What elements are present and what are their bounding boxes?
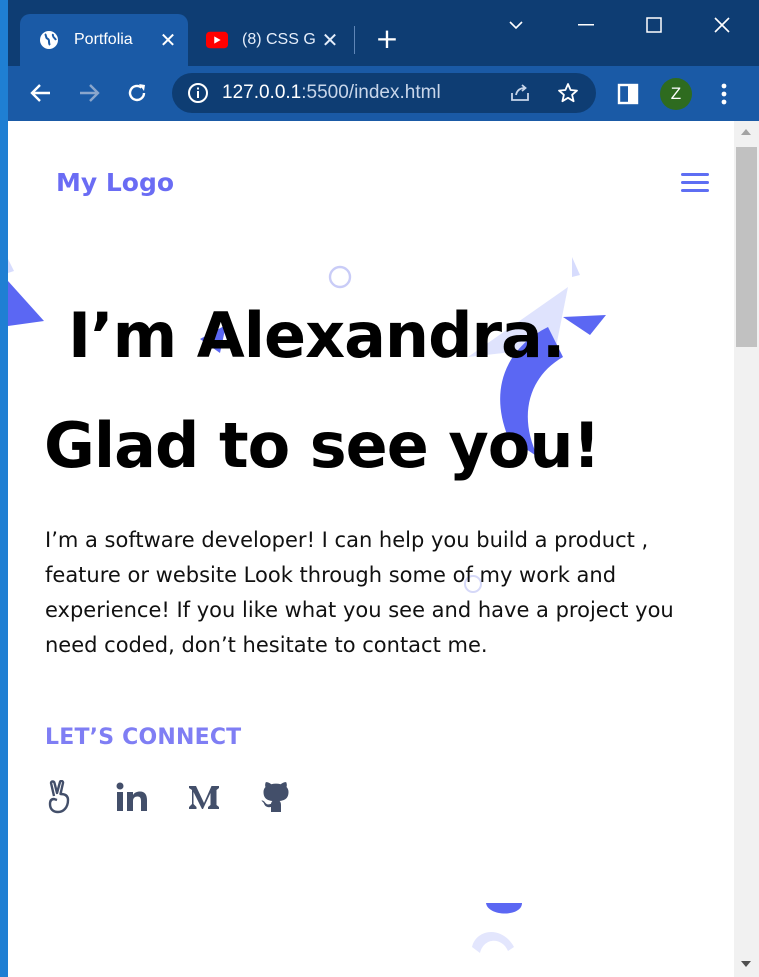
browser-titlebar: Portfolia ✕ (8) CSS G ✕ + xyxy=(8,0,759,66)
browser-toolbar: 127.0.0.1:5500/index.html Z xyxy=(8,66,759,121)
globe-icon xyxy=(38,29,60,51)
forward-button[interactable] xyxy=(74,78,104,108)
social-links xyxy=(40,777,328,817)
page-scrollbar[interactable] xyxy=(734,121,759,977)
intro-paragraph: I’m a software developer! I can help you… xyxy=(45,528,674,657)
tab-label: Portfolia xyxy=(74,31,133,48)
url-path: :5500/index.html xyxy=(301,82,441,103)
decorative-shape xyxy=(8,259,44,326)
hero-headline-line1: I’m Alexandra. xyxy=(68,299,565,372)
scroll-down-arrow-icon[interactable] xyxy=(741,961,751,967)
url-text: 127.0.0.1:5500/index.html xyxy=(222,82,441,104)
minimize-button[interactable] xyxy=(566,10,606,40)
close-window-button[interactable] xyxy=(702,10,742,40)
bookmark-star-icon[interactable] xyxy=(556,81,580,105)
decorative-circle xyxy=(328,265,352,289)
site-logo[interactable]: My Logo xyxy=(56,168,174,197)
new-tab-button[interactable]: + xyxy=(372,24,402,54)
page-viewport: My Logo I’m Alexandra. Glad to see you! … xyxy=(8,121,734,977)
youtube-icon xyxy=(206,29,228,51)
github-icon[interactable] xyxy=(256,777,296,817)
side-panel-icon[interactable] xyxy=(616,82,640,106)
tab-close-icon[interactable]: ✕ xyxy=(158,28,178,53)
hamburger-menu-icon[interactable] xyxy=(681,173,709,195)
tab-youtube[interactable]: (8) CSS G ✕ xyxy=(194,14,350,66)
medium-icon[interactable] xyxy=(184,777,224,817)
reload-button[interactable] xyxy=(122,78,152,108)
maximize-button[interactable] xyxy=(634,10,674,40)
tab-search-icon[interactable] xyxy=(496,10,536,40)
hero-headline-line2: Glad to see you! xyxy=(44,409,601,482)
connect-heading: LET’S CONNECT xyxy=(45,725,242,750)
back-button[interactable] xyxy=(26,78,56,108)
angellist-icon[interactable] xyxy=(40,777,80,817)
hamburger-bar xyxy=(681,173,709,176)
browser-window: Portfolia ✕ (8) CSS G ✕ + 127.0.0.1:5500… xyxy=(8,0,759,977)
url-host: 127.0.0.1 xyxy=(222,82,302,103)
scroll-thumb[interactable] xyxy=(736,147,757,347)
address-bar[interactable]: 127.0.0.1:5500/index.html xyxy=(172,73,596,113)
decorative-shape xyxy=(472,903,522,953)
desktop-background xyxy=(0,0,8,977)
tab-label: (8) CSS G xyxy=(242,31,316,48)
profile-avatar[interactable]: Z xyxy=(660,78,692,110)
tab-close-icon[interactable]: ✕ xyxy=(320,28,340,53)
tab-separator xyxy=(354,26,355,54)
hamburger-bar xyxy=(681,181,709,184)
scroll-up-arrow-icon[interactable] xyxy=(741,129,751,135)
menu-kebab-icon[interactable] xyxy=(712,80,736,108)
info-icon[interactable] xyxy=(186,81,210,105)
share-icon[interactable] xyxy=(508,81,532,105)
tab-portfolia[interactable]: Portfolia ✕ xyxy=(20,14,188,66)
linkedin-icon[interactable] xyxy=(112,777,152,817)
hamburger-bar xyxy=(681,189,709,192)
